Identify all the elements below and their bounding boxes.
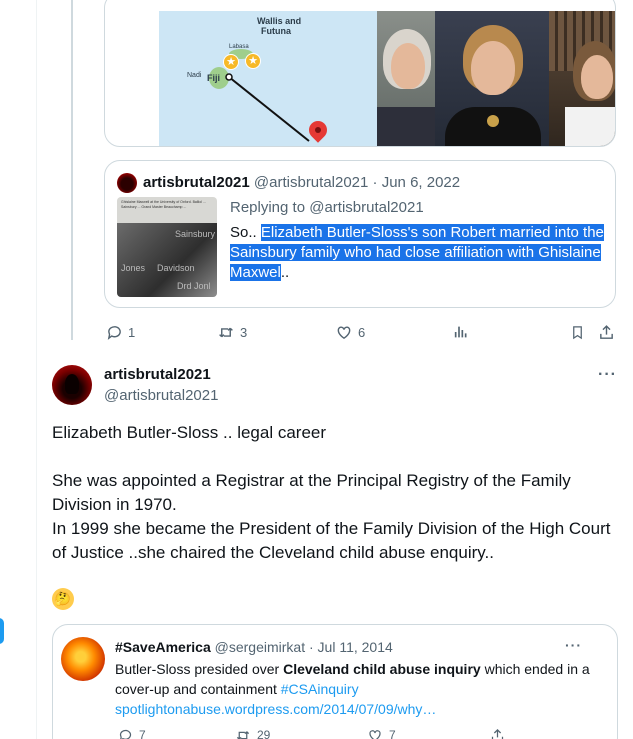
retweet-button[interactable]: 3 [216, 322, 247, 342]
tweet-media-card[interactable]: Wallis and Futuna Labasa Nadi Fiji ★ ★ [104, 0, 616, 147]
bookmark-icon [567, 322, 587, 342]
avatar[interactable] [61, 637, 105, 681]
quoted-tweet-header: #SaveAmerica @sergeimirkat · Jul 11, 201… [115, 639, 393, 655]
portrait-photo [435, 11, 549, 146]
share-icon [596, 322, 616, 342]
quoted-tweet-text: So.. Elizabeth Butler-Sloss's son Robert… [230, 223, 610, 283]
replying-to[interactable]: Replying to @artisbrutal2021 [230, 199, 424, 216]
url-link[interactable]: spotlightonabuse.wordpress.com/2014/07/0… [115, 701, 436, 717]
retweet-button[interactable]: 29 [233, 725, 270, 739]
share-icon [487, 725, 507, 739]
portrait-images[interactable] [377, 11, 615, 146]
share-button[interactable] [487, 725, 511, 739]
body-suffix: .. [280, 264, 290, 281]
tweet-date[interactable]: Jun 6, 2022 [382, 174, 460, 191]
quoted-tweet-header: artisbrutal2021 @artisbrutal2021 · Jun 6… [143, 174, 460, 191]
thumbnail-caption: Ghislaine Maxwell at the University of O… [121, 200, 206, 209]
tweet-date[interactable]: Jul 11, 2014 [318, 639, 393, 655]
retweet-icon [216, 322, 236, 342]
more-icon[interactable]: ··· [598, 366, 617, 384]
more-icon[interactable]: ··· [565, 637, 582, 653]
tweet-actions: 1 3 6 [104, 322, 616, 342]
tweet-actions: 7 29 7 [115, 725, 610, 739]
views-icon [451, 322, 471, 342]
thumbnail-word: Sainsbury [175, 229, 216, 239]
body-bold-text: Cleveland child abuse inquiry [283, 661, 481, 677]
separator: · [308, 639, 314, 655]
thumbnail-word: Davidson [157, 263, 195, 273]
reply-button[interactable]: 1 [104, 322, 135, 342]
quoted-tweet-thumbnail[interactable]: Ghislaine Maxwell at the University of O… [117, 197, 217, 297]
user-handle[interactable]: @artisbrutal2021 [254, 174, 368, 191]
portrait-photo [377, 11, 435, 146]
timeline-border [36, 0, 37, 739]
quoted-tweet-text: Butler-Sloss presided over Cleveland chi… [115, 659, 610, 719]
map-image[interactable]: Wallis and Futuna Labasa Nadi Fiji ★ ★ [159, 11, 377, 146]
user-name[interactable]: artisbrutal2021 [104, 366, 211, 383]
share-button[interactable] [596, 322, 620, 342]
reply-icon [104, 322, 124, 342]
avatar[interactable] [117, 173, 137, 193]
like-count: 6 [358, 324, 366, 340]
user-handle[interactable]: @artisbrutal2021 [104, 387, 218, 404]
like-icon [334, 322, 354, 342]
thumbnail-word: Jones [121, 263, 146, 273]
thinking-face-emoji: 🤔 [52, 588, 74, 610]
retweet-count: 3 [240, 324, 248, 340]
body-text: Butler-Sloss presided over [115, 661, 284, 677]
thread-connector-line [71, 0, 73, 340]
like-icon [365, 725, 385, 739]
retweet-icon [233, 725, 253, 739]
quoted-tweet[interactable]: #SaveAmerica @sergeimirkat · Jul 11, 201… [52, 624, 618, 739]
compose-button-edge[interactable] [0, 618, 4, 644]
hashtag-link[interactable]: #CSAinquiry [281, 681, 359, 697]
separator: · [372, 174, 378, 191]
thumbnail-photo: Sainsbury Jones Davidson Drd Jonl [117, 223, 217, 297]
user-name[interactable]: artisbrutal2021 [143, 174, 250, 191]
flight-path [225, 73, 310, 142]
portrait-photo [549, 11, 615, 146]
user-name[interactable]: #SaveAmerica [115, 639, 211, 655]
reply-icon [115, 725, 135, 739]
reply-count: 1 [128, 324, 136, 340]
user-handle[interactable]: @sergeimirkat [215, 639, 305, 655]
tweet-text: Elizabeth Butler-Sloss .. legal career S… [52, 423, 611, 562]
like-button[interactable]: 7 [365, 725, 396, 739]
quoted-tweet[interactable]: artisbrutal2021 @artisbrutal2021 · Jun 6… [104, 160, 616, 308]
like-count: 7 [389, 728, 396, 739]
views-button[interactable] [451, 322, 475, 342]
bookmark-button[interactable] [567, 322, 591, 342]
like-button[interactable]: 6 [334, 322, 365, 342]
thumbnail-word: Drd Jonl [177, 281, 211, 291]
retweet-count: 29 [257, 728, 271, 739]
body-prefix: So.. [230, 224, 261, 241]
avatar[interactable] [52, 365, 92, 405]
reply-button[interactable]: 7 [115, 725, 146, 739]
reply-count: 7 [139, 728, 146, 739]
